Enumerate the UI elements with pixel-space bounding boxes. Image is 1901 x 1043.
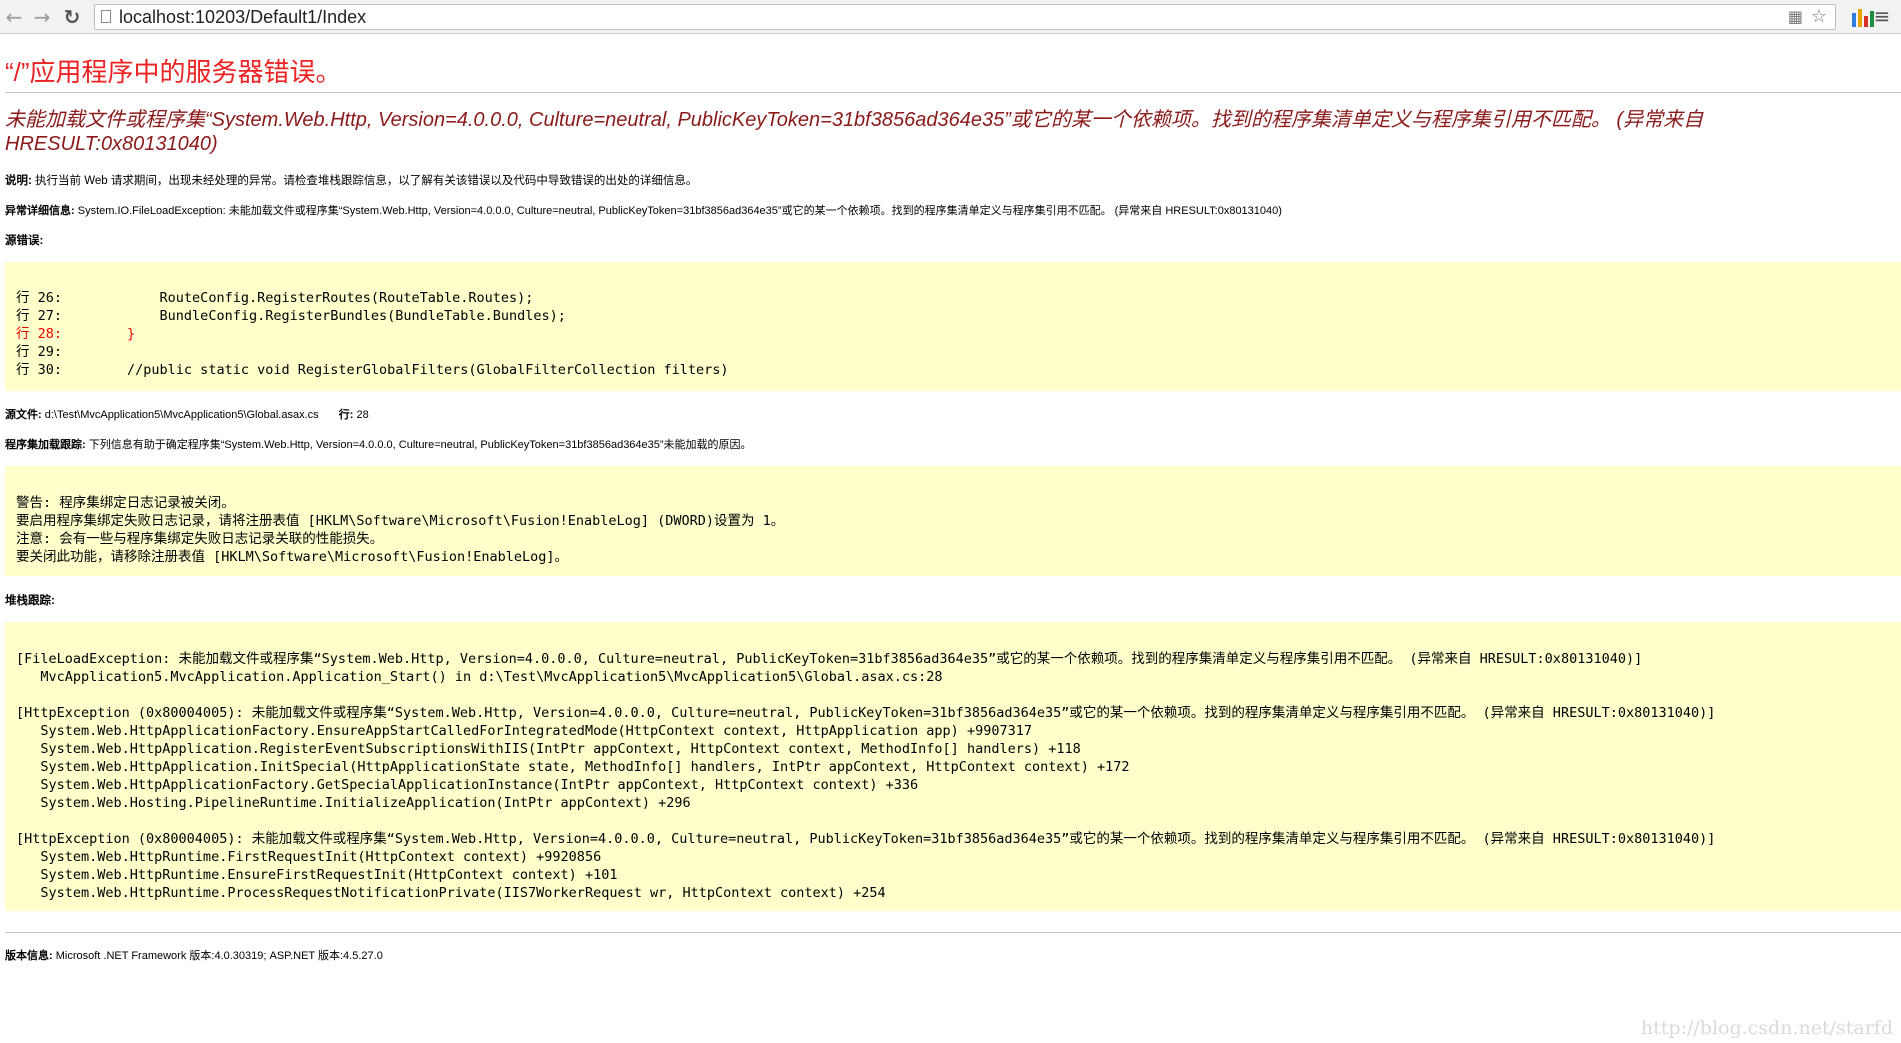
address-bar[interactable]: localhost:10203/Default1/Index ▦ ☆ — [94, 4, 1836, 30]
stack-trace-line: MvcApplication5.MvcApplication.Applicati… — [16, 669, 943, 685]
translate-icon[interactable]: ▦ — [1788, 6, 1803, 28]
stack-trace-line: System.Web.HttpRuntime.EnsureFirstReques… — [16, 867, 618, 883]
source-code-block: 行 26: RouteConfig.RegisterRoutes(RouteTa… — [5, 262, 1901, 391]
source-line: 行 30: //public static void RegisterGloba… — [16, 361, 1901, 379]
source-error-row: 源错误: — [5, 232, 43, 248]
description-text: 执行当前 Web 请求期间，出现未经处理的异常。请检查堆栈跟踪信息，以了解有关该… — [35, 175, 698, 187]
source-file-path: d:\Test\MvcApplication5\MvcApplication5\… — [44, 409, 319, 421]
stack-trace-line — [16, 686, 1901, 704]
stack-trace-line: System.Web.HttpRuntime.FirstRequestInit(… — [16, 849, 602, 865]
source-line-number: 行 30: — [16, 362, 63, 378]
stack-trace-line: [HttpException (0x80004005): 未能加载文件或程序集“… — [16, 705, 1716, 721]
stack-trace-line: System.Web.HttpApplicationFactory.GetSpe… — [16, 777, 919, 793]
menu-icon[interactable]: ≡ — [1873, 6, 1891, 26]
source-error-label: 源错误: — [5, 235, 44, 247]
stack-trace-line: [FileLoadException: 未能加载文件或程序集“System.We… — [16, 651, 1643, 667]
source-code: 行 26: RouteConfig.RegisterRoutes(RouteTa… — [16, 289, 1901, 379]
source-line: 行 28: } — [16, 325, 1901, 343]
assembly-trace-text: 下列信息有助于确定程序集“System.Web.Http, Version=4.… — [88, 439, 752, 451]
stack-trace-lines: [FileLoadException: 未能加载文件或程序集“System.We… — [16, 650, 1901, 902]
stack-trace-block: [FileLoadException: 未能加载文件或程序集“System.We… — [5, 622, 1901, 911]
stack-trace-line: System.Web.HttpApplication.InitSpecial(H… — [16, 759, 1130, 775]
version-row: 版本信息: Microsoft .NET Framework 版本:4.0.30… — [5, 947, 383, 963]
browser-toolbar: ← → ↻ localhost:10203/Default1/Index ▦ ☆… — [0, 0, 1901, 34]
version-label: 版本信息: — [5, 950, 53, 962]
assembly-trace-row: 程序集加载跟踪: 下列信息有助于确定程序集“System.Web.Http, V… — [5, 436, 752, 452]
version-text: Microsoft .NET Framework 版本:4.0.30319; A… — [55, 950, 383, 962]
source-file-label: 源文件: — [5, 409, 42, 421]
stack-trace-line: System.Web.HttpApplication.RegisterEvent… — [16, 741, 1081, 757]
stack-trace-line: System.Web.Hosting.PipelineRuntime.Initi… — [16, 795, 691, 811]
assembly-trace-line: 要关闭此功能，请移除注册表值 [HKLM\Software\Microsoft\… — [16, 549, 568, 565]
exception-row: 异常详细信息: System.IO.FileLoadException: 未能加… — [5, 202, 1282, 218]
assembly-trace-line: 注意: 会有一些与程序集绑定失败日志记录关联的性能损失。 — [16, 531, 384, 547]
stack-trace-line: System.Web.HttpApplicationFactory.Ensure… — [16, 723, 1032, 739]
assembly-trace-lines: 警告: 程序集绑定日志记录被关闭。要启用程序集绑定失败日志记录，请将注册表值 [… — [16, 494, 1901, 566]
source-line-number: 行 27: — [16, 308, 63, 324]
assembly-trace-line: 警告: 程序集绑定日志记录被关闭。 — [16, 495, 235, 511]
assembly-trace-line: 要启用程序集绑定失败日志记录，请将注册表值 [HKLM\Software\Mic… — [16, 513, 785, 529]
star-icon[interactable]: ☆ — [1811, 6, 1827, 28]
stack-trace-line — [16, 812, 1901, 830]
source-line: 行 29: — [16, 343, 1901, 361]
source-line-code: RouteConfig.RegisterRoutes(RouteTable.Ro… — [62, 290, 534, 306]
source-line-code: BundleConfig.RegisterBundles(BundleTable… — [62, 308, 566, 324]
exception-label: 异常详细信息: — [5, 205, 75, 217]
line-label: 行: — [338, 409, 354, 421]
source-line: 行 26: RouteConfig.RegisterRoutes(RouteTa… — [16, 289, 1901, 307]
stack-trace-line: [HttpException (0x80004005): 未能加载文件或程序集“… — [16, 831, 1716, 847]
stack-trace-label: 堆栈跟踪: — [5, 595, 55, 607]
page-title: “/”应用程序中的服务器错误。 — [5, 57, 342, 87]
line-number: 28 — [356, 409, 369, 421]
assembly-trace-block: 警告: 程序集绑定日志记录被关闭。要启用程序集绑定失败日志记录，请将注册表值 [… — [5, 466, 1901, 576]
source-line: 行 27: BundleConfig.RegisterBundles(Bundl… — [16, 307, 1901, 325]
forward-arrow-icon[interactable]: → — [30, 4, 54, 30]
description-row: 说明: 执行当前 Web 请求期间，出现未经处理的异常。请检查堆栈跟踪信息，以了… — [5, 172, 697, 188]
source-line-code: } — [62, 326, 136, 342]
exception-text: System.IO.FileLoadException: 未能加载文件或程序集“… — [77, 205, 1282, 217]
reload-icon[interactable]: ↻ — [60, 4, 84, 30]
source-line-code: //public static void RegisterGlobalFilte… — [62, 362, 729, 378]
page-icon — [101, 10, 111, 23]
extension-icon[interactable] — [1852, 7, 1874, 27]
watermark: http://blog.csdn.net/starfd — [1640, 1017, 1893, 1039]
stack-trace-row: 堆栈跟踪: — [5, 592, 55, 608]
source-line-number: 行 28: — [16, 326, 63, 342]
description-label: 说明: — [5, 175, 32, 187]
back-arrow-icon[interactable]: ← — [2, 4, 26, 30]
title-divider — [5, 92, 1901, 93]
footer-divider — [5, 932, 1901, 933]
url-text[interactable]: localhost:10203/Default1/Index — [119, 5, 366, 29]
source-line-number: 行 26: — [16, 290, 63, 306]
error-heading: 未能加载文件或程序集“System.Web.Http, Version=4.0.… — [5, 109, 1704, 155]
source-line-number: 行 29: — [16, 344, 63, 360]
source-file-row: 源文件: d:\Test\MvcApplication5\MvcApplicat… — [5, 406, 369, 422]
assembly-trace-label: 程序集加载跟踪: — [5, 439, 86, 451]
stack-trace-line: System.Web.HttpRuntime.ProcessRequestNot… — [16, 885, 886, 901]
